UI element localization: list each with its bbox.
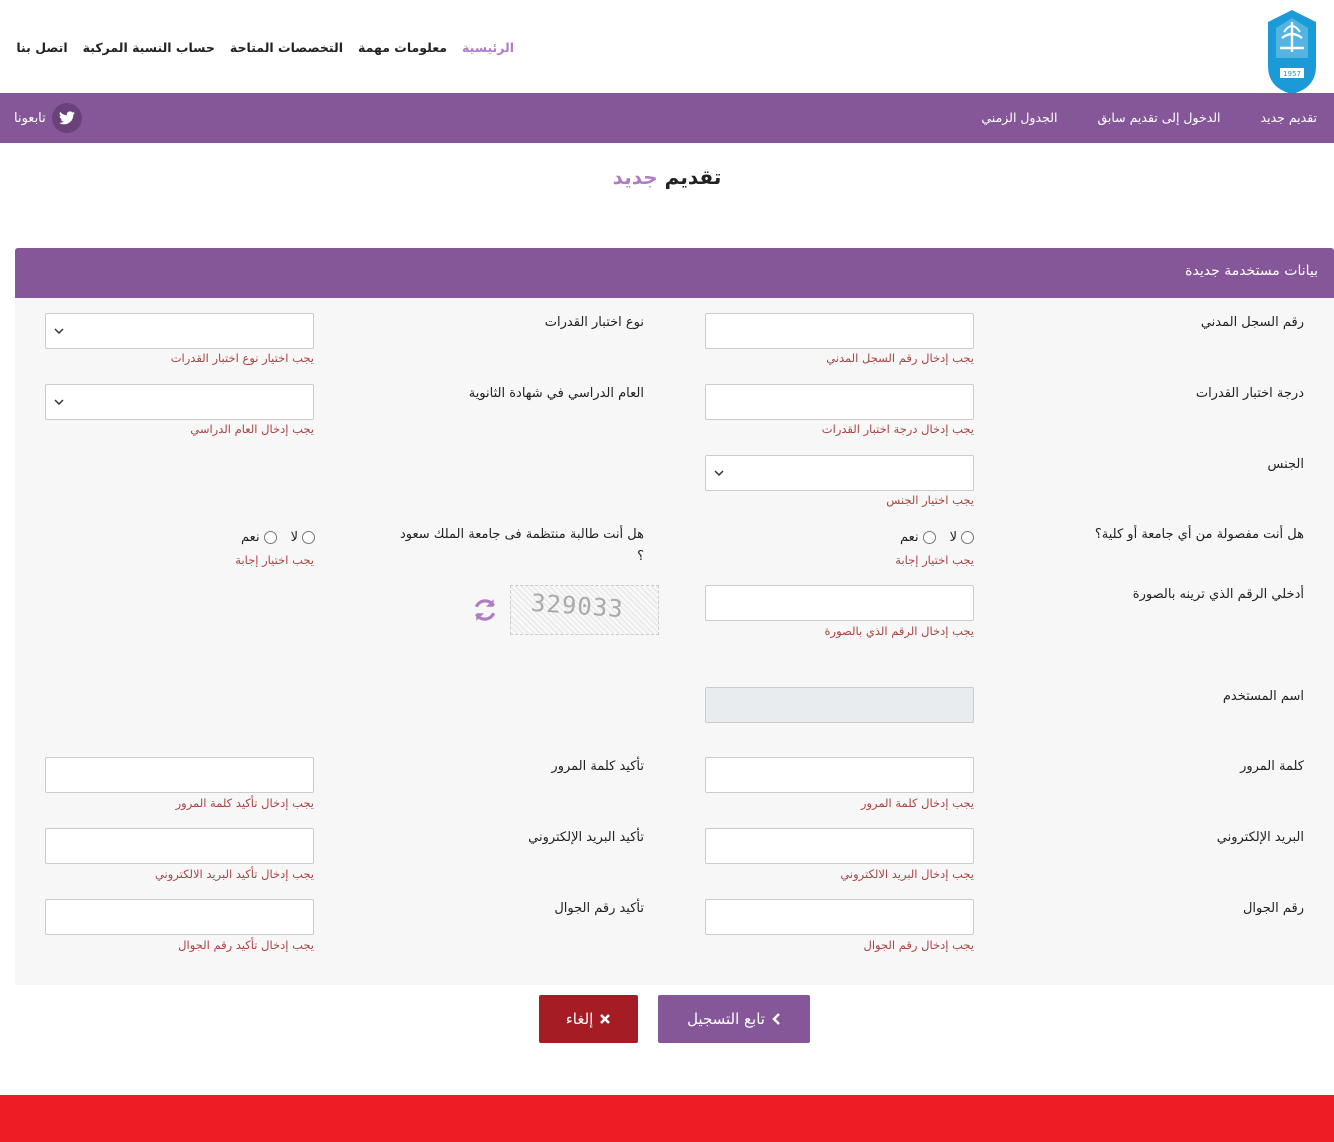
regular-student-label: هل أنت طالبة منتظمة فى جامعة الملك سعود … <box>399 527 644 564</box>
test-score-error: يجب إدخال درجة اختبار القدرات <box>821 422 974 436</box>
chevron-left-icon <box>772 1013 780 1025</box>
page-title-part1: تقديم <box>664 165 722 189</box>
top-header: 1957 الرئيسية معلومات مهمة التخصصات المت… <box>0 0 1334 94</box>
nav-composite-score[interactable]: حساب النسبة المركبة <box>83 40 215 55</box>
continue-registration-button[interactable]: تابع التسجيل <box>658 995 810 1043</box>
mobile-input[interactable] <box>705 899 974 935</box>
captcha-image-text: 329033 <box>530 588 625 624</box>
username-label: اسم المستخدم <box>1222 689 1304 704</box>
subnav-previous-application[interactable]: الدخول إلى تقديم سابق <box>1097 110 1220 125</box>
regular-student-no-radio[interactable] <box>302 531 315 544</box>
sub-nav: تقديم جديد الدخول إلى تقديم سابق الجدول … <box>0 93 1334 143</box>
test-type-error: يجب اختيار نوع اختبار القدرات <box>170 351 314 365</box>
gender-error: يجب اختيار الجنس <box>886 493 974 507</box>
test-score-label: درجة اختبار القدرات <box>1195 386 1304 401</box>
password-confirm-input[interactable] <box>45 757 314 793</box>
email-error: يجب إدخال البريد الالكتروني <box>840 867 974 881</box>
regular-student-yes-radio[interactable] <box>263 531 277 544</box>
captcha-image: 329033 <box>510 585 659 635</box>
chevron-down-icon <box>714 470 724 477</box>
twitter-button[interactable] <box>51 103 82 133</box>
university-logo[interactable]: 1957 <box>1264 8 1320 94</box>
national-id-error: يجب إدخال رقم السجل المدني <box>826 351 974 365</box>
email-input[interactable] <box>705 828 974 864</box>
page-title: تقديم جديد <box>0 165 1334 189</box>
panel-header: بيانات مستخدمة جديدة <box>15 248 1334 298</box>
password-confirm-label: تأكيد كلمة المرور <box>551 759 644 774</box>
dismissed-yes-radio[interactable] <box>922 531 936 544</box>
mobile-confirm-input[interactable] <box>45 899 314 935</box>
nav-available-majors[interactable]: التخصصات المتاحة <box>230 40 343 55</box>
refresh-icon[interactable] <box>472 597 498 623</box>
cancel-button[interactable]: إلغاء <box>539 995 638 1043</box>
sub-nav-links: تقديم جديد الدخول إلى تقديم سابق الجدول … <box>981 110 1317 125</box>
chevron-down-icon <box>54 328 64 335</box>
main-nav: الرئيسية معلومات مهمة التخصصات المتاحة ح… <box>16 40 514 55</box>
national-id-input[interactable] <box>705 313 974 349</box>
dismissed-question-label: هل أنت مفصولة من أي جامعة أو كلية؟ <box>1094 527 1304 542</box>
gender-select[interactable] <box>705 455 974 491</box>
captcha-error: يجب إدخال الرقم الذي بالصورة <box>824 624 974 638</box>
cancel-label: إلغاء <box>565 1010 594 1028</box>
password-input[interactable] <box>705 757 974 793</box>
mobile-label: رقم الجوال <box>1242 901 1304 916</box>
test-type-label: نوع اختبار القدرات <box>544 315 644 330</box>
nav-home[interactable]: الرئيسية <box>462 40 514 55</box>
nav-contact-us[interactable]: اتصل بنا <box>16 40 67 55</box>
dismissed-no-label[interactable]: لا <box>950 530 957 545</box>
nav-important-info[interactable]: معلومات مهمة <box>358 40 447 55</box>
test-type-select[interactable] <box>45 313 314 349</box>
username-input <box>705 687 974 723</box>
dismissed-yes-label[interactable]: نعم <box>900 530 919 545</box>
school-year-label: العام الدراسي في شهادة الثانوية <box>468 386 644 401</box>
mobile-confirm-label: تأكيد رقم الجوال <box>554 901 644 916</box>
twitter-icon <box>58 111 75 125</box>
password-error: يجب إدخال كلمة المرور <box>860 796 974 810</box>
mobile-confirm-error: يجب إدخال تأكيد رقم الجوال <box>178 938 314 952</box>
gender-label: الجنس <box>1267 457 1304 472</box>
registration-form-panel: بيانات مستخدمة جديدة رقم السجل المدني يج… <box>15 248 1334 985</box>
email-confirm-input[interactable] <box>45 828 314 864</box>
logo-year: 1957 <box>1283 70 1301 78</box>
regular-student-error: يجب اختيار إجابة <box>235 553 314 567</box>
panel-title: بيانات مستخدمة جديدة <box>1185 263 1318 279</box>
email-confirm-label: تأكيد البريد الإلكتروني <box>528 830 644 845</box>
follow-label: تابعونا <box>14 110 46 126</box>
test-score-input[interactable] <box>705 384 974 420</box>
school-year-select[interactable] <box>45 384 314 420</box>
subnav-timeline[interactable]: الجدول الزمني <box>981 110 1057 125</box>
school-year-error: يجب إدخال العام الدراسي <box>190 422 314 436</box>
regular-student-yes-label[interactable]: نعم <box>241 530 260 545</box>
email-label: البريد الإلكتروني <box>1216 830 1304 845</box>
email-confirm-error: يجب إدخال تأكيد البريد الالكتروني <box>154 867 314 881</box>
captcha-label: أدخلي الرقم الذي ترينه بالصورة <box>1132 587 1304 602</box>
regular-student-radio-group: لا نعم <box>231 530 315 545</box>
footer-bar <box>0 1095 1334 1142</box>
captcha-input[interactable] <box>705 585 974 621</box>
regular-student-no-label[interactable]: لا <box>291 530 298 545</box>
close-icon <box>600 1014 611 1024</box>
dismissed-error: يجب اختيار إجابة <box>895 553 974 567</box>
continue-registration-label: تابع التسجيل <box>687 1010 765 1028</box>
dismissed-no-radio[interactable] <box>961 531 974 544</box>
subnav-new-application[interactable]: تقديم جديد <box>1261 110 1317 125</box>
password-confirm-error: يجب إدخال تأكيد كلمة المرور <box>175 796 314 810</box>
password-label: كلمة المرور <box>1240 759 1304 774</box>
page-title-part2: جديد <box>612 165 658 189</box>
mobile-error: يجب إدخال رقم الجوال <box>863 938 975 952</box>
dismissed-radio-group: لا نعم <box>890 530 974 545</box>
chevron-down-icon <box>54 399 64 406</box>
follow-us: تابعونا <box>14 103 82 133</box>
national-id-label: رقم السجل المدني <box>1200 315 1304 330</box>
